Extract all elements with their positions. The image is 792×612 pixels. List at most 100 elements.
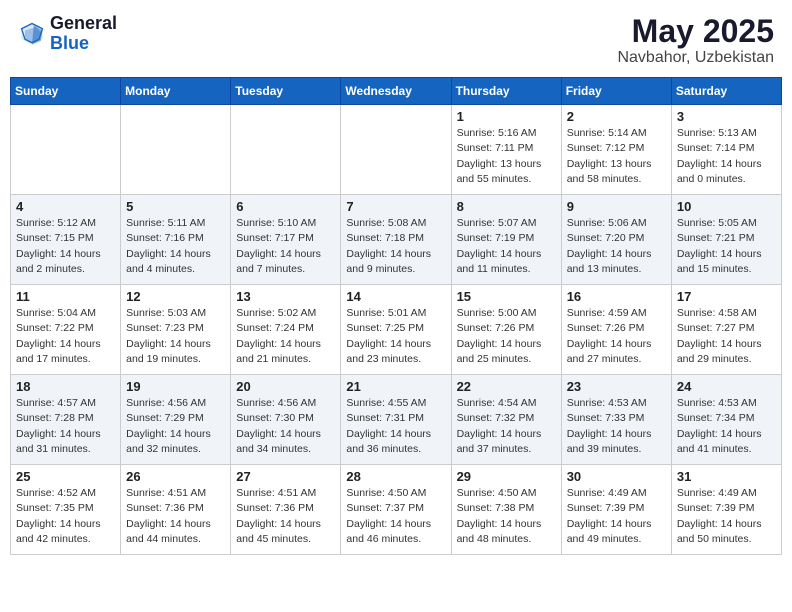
calendar-cell [231, 105, 341, 195]
calendar-cell: 3 Sunrise: 5:13 AM Sunset: 7:14 PM Daylig… [671, 105, 781, 195]
calendar-cell [121, 105, 231, 195]
day-detail: Sunrise: 4:50 AM Sunset: 7:37 PM Dayligh… [346, 486, 445, 547]
calendar-week-row: 11 Sunrise: 5:04 AM Sunset: 7:22 PM Dayli… [11, 285, 782, 375]
logo-text: General Blue [50, 14, 117, 54]
calendar-cell: 19 Sunrise: 4:56 AM Sunset: 7:29 PM Dayli… [121, 375, 231, 465]
col-header-tuesday: Tuesday [231, 78, 341, 105]
day-detail: Sunrise: 5:04 AM Sunset: 7:22 PM Dayligh… [16, 306, 115, 367]
calendar-cell: 29 Sunrise: 4:50 AM Sunset: 7:38 PM Dayli… [451, 465, 561, 555]
day-detail: Sunrise: 4:53 AM Sunset: 7:34 PM Dayligh… [677, 396, 776, 457]
day-number: 30 [567, 469, 666, 484]
day-detail: Sunrise: 4:51 AM Sunset: 7:36 PM Dayligh… [236, 486, 335, 547]
day-number: 20 [236, 379, 335, 394]
day-detail: Sunrise: 4:49 AM Sunset: 7:39 PM Dayligh… [567, 486, 666, 547]
calendar-week-row: 1 Sunrise: 5:16 AM Sunset: 7:11 PM Daylig… [11, 105, 782, 195]
day-number: 24 [677, 379, 776, 394]
calendar-week-row: 25 Sunrise: 4:52 AM Sunset: 7:35 PM Dayli… [11, 465, 782, 555]
day-number: 6 [236, 199, 335, 214]
day-number: 29 [457, 469, 556, 484]
day-number: 3 [677, 109, 776, 124]
day-number: 9 [567, 199, 666, 214]
day-detail: Sunrise: 4:50 AM Sunset: 7:38 PM Dayligh… [457, 486, 556, 547]
day-number: 4 [16, 199, 115, 214]
day-number: 16 [567, 289, 666, 304]
day-number: 19 [126, 379, 225, 394]
col-header-saturday: Saturday [671, 78, 781, 105]
calendar-cell: 1 Sunrise: 5:16 AM Sunset: 7:11 PM Daylig… [451, 105, 561, 195]
day-number: 1 [457, 109, 556, 124]
day-detail: Sunrise: 4:54 AM Sunset: 7:32 PM Dayligh… [457, 396, 556, 457]
col-header-sunday: Sunday [11, 78, 121, 105]
calendar-header-row: SundayMondayTuesdayWednesdayThursdayFrid… [11, 78, 782, 105]
calendar-cell: 15Sunrise: 5:00 AM Sunset: 7:26 PM Dayli… [451, 285, 561, 375]
calendar-cell: 28 Sunrise: 4:50 AM Sunset: 7:37 PM Dayli… [341, 465, 451, 555]
day-detail: Sunrise: 4:56 AM Sunset: 7:30 PM Dayligh… [236, 396, 335, 457]
calendar-cell: 24 Sunrise: 4:53 AM Sunset: 7:34 PM Dayli… [671, 375, 781, 465]
day-detail: Sunrise: 4:53 AM Sunset: 7:33 PM Dayligh… [567, 396, 666, 457]
day-number: 26 [126, 469, 225, 484]
col-header-thursday: Thursday [451, 78, 561, 105]
day-number: 23 [567, 379, 666, 394]
calendar-cell: 14 Sunrise: 5:01 AM Sunset: 7:25 PM Dayli… [341, 285, 451, 375]
day-number: 14 [346, 289, 445, 304]
day-detail: Sunrise: 5:01 AM Sunset: 7:25 PM Dayligh… [346, 306, 445, 367]
logo-general-text: General [50, 14, 117, 34]
day-detail: Sunrise: 5:13 AM Sunset: 7:14 PM Dayligh… [677, 126, 776, 187]
day-detail: Sunrise: 5:00 AM Sunset: 7:26 PM Dayligh… [457, 306, 556, 367]
day-detail: Sunrise: 4:55 AM Sunset: 7:31 PM Dayligh… [346, 396, 445, 457]
day-detail: Sunrise: 4:52 AM Sunset: 7:35 PM Dayligh… [16, 486, 115, 547]
calendar-table: SundayMondayTuesdayWednesdayThursdayFrid… [10, 77, 782, 555]
calendar-cell: 26 Sunrise: 4:51 AM Sunset: 7:36 PM Dayli… [121, 465, 231, 555]
day-number: 2 [567, 109, 666, 124]
calendar-cell: 6Sunrise: 5:10 AM Sunset: 7:17 PM Daylig… [231, 195, 341, 285]
day-detail: Sunrise: 5:05 AM Sunset: 7:21 PM Dayligh… [677, 216, 776, 277]
day-number: 18 [16, 379, 115, 394]
day-number: 27 [236, 469, 335, 484]
calendar-cell: 7 Sunrise: 5:08 AM Sunset: 7:18 PM Daylig… [341, 195, 451, 285]
day-detail: Sunrise: 4:57 AM Sunset: 7:28 PM Dayligh… [16, 396, 115, 457]
day-number: 21 [346, 379, 445, 394]
day-detail: Sunrise: 4:56 AM Sunset: 7:29 PM Dayligh… [126, 396, 225, 457]
day-number: 28 [346, 469, 445, 484]
calendar-cell: 8Sunrise: 5:07 AM Sunset: 7:19 PM Daylig… [451, 195, 561, 285]
day-number: 17 [677, 289, 776, 304]
calendar-cell: 13 Sunrise: 5:02 AM Sunset: 7:24 PM Dayli… [231, 285, 341, 375]
day-detail: Sunrise: 4:58 AM Sunset: 7:27 PM Dayligh… [677, 306, 776, 367]
calendar-cell: 5Sunrise: 5:11 AM Sunset: 7:16 PM Daylig… [121, 195, 231, 285]
logo-icon [18, 20, 46, 48]
day-detail: Sunrise: 5:03 AM Sunset: 7:23 PM Dayligh… [126, 306, 225, 367]
day-number: 10 [677, 199, 776, 214]
calendar-cell: 23 Sunrise: 4:53 AM Sunset: 7:33 PM Dayli… [561, 375, 671, 465]
day-detail: Sunrise: 5:07 AM Sunset: 7:19 PM Dayligh… [457, 216, 556, 277]
day-detail: Sunrise: 5:06 AM Sunset: 7:20 PM Dayligh… [567, 216, 666, 277]
day-detail: Sunrise: 4:49 AM Sunset: 7:39 PM Dayligh… [677, 486, 776, 547]
day-detail: Sunrise: 5:16 AM Sunset: 7:11 PM Dayligh… [457, 126, 556, 187]
calendar-week-row: 4Sunrise: 5:12 AM Sunset: 7:15 PM Daylig… [11, 195, 782, 285]
day-number: 5 [126, 199, 225, 214]
logo-blue-text: Blue [50, 34, 117, 54]
calendar-cell: 25 Sunrise: 4:52 AM Sunset: 7:35 PM Dayli… [11, 465, 121, 555]
title-block: May 2025 Navbahor, Uzbekistan [617, 14, 774, 67]
day-number: 31 [677, 469, 776, 484]
calendar-cell: 18 Sunrise: 4:57 AM Sunset: 7:28 PM Dayli… [11, 375, 121, 465]
calendar-cell: 31 Sunrise: 4:49 AM Sunset: 7:39 PM Dayli… [671, 465, 781, 555]
calendar-cell: 9 Sunrise: 5:06 AM Sunset: 7:20 PM Daylig… [561, 195, 671, 285]
day-number: 7 [346, 199, 445, 214]
month-title: May 2025 [617, 14, 774, 49]
day-detail: Sunrise: 5:08 AM Sunset: 7:18 PM Dayligh… [346, 216, 445, 277]
calendar-week-row: 18 Sunrise: 4:57 AM Sunset: 7:28 PM Dayli… [11, 375, 782, 465]
day-number: 11 [16, 289, 115, 304]
day-number: 25 [16, 469, 115, 484]
page-header: General Blue May 2025 Navbahor, Uzbekist… [10, 10, 782, 71]
col-header-monday: Monday [121, 78, 231, 105]
calendar-cell: 17 Sunrise: 4:58 AM Sunset: 7:27 PM Dayli… [671, 285, 781, 375]
day-number: 13 [236, 289, 335, 304]
calendar-cell: 2Sunrise: 5:14 AM Sunset: 7:12 PM Daylig… [561, 105, 671, 195]
calendar-cell: 30 Sunrise: 4:49 AM Sunset: 7:39 PM Dayli… [561, 465, 671, 555]
day-number: 12 [126, 289, 225, 304]
calendar-cell: 16Sunrise: 4:59 AM Sunset: 7:26 PM Dayli… [561, 285, 671, 375]
day-detail: Sunrise: 4:51 AM Sunset: 7:36 PM Dayligh… [126, 486, 225, 547]
day-detail: Sunrise: 5:02 AM Sunset: 7:24 PM Dayligh… [236, 306, 335, 367]
calendar-cell: 10 Sunrise: 5:05 AM Sunset: 7:21 PM Dayli… [671, 195, 781, 285]
logo: General Blue [18, 14, 117, 54]
